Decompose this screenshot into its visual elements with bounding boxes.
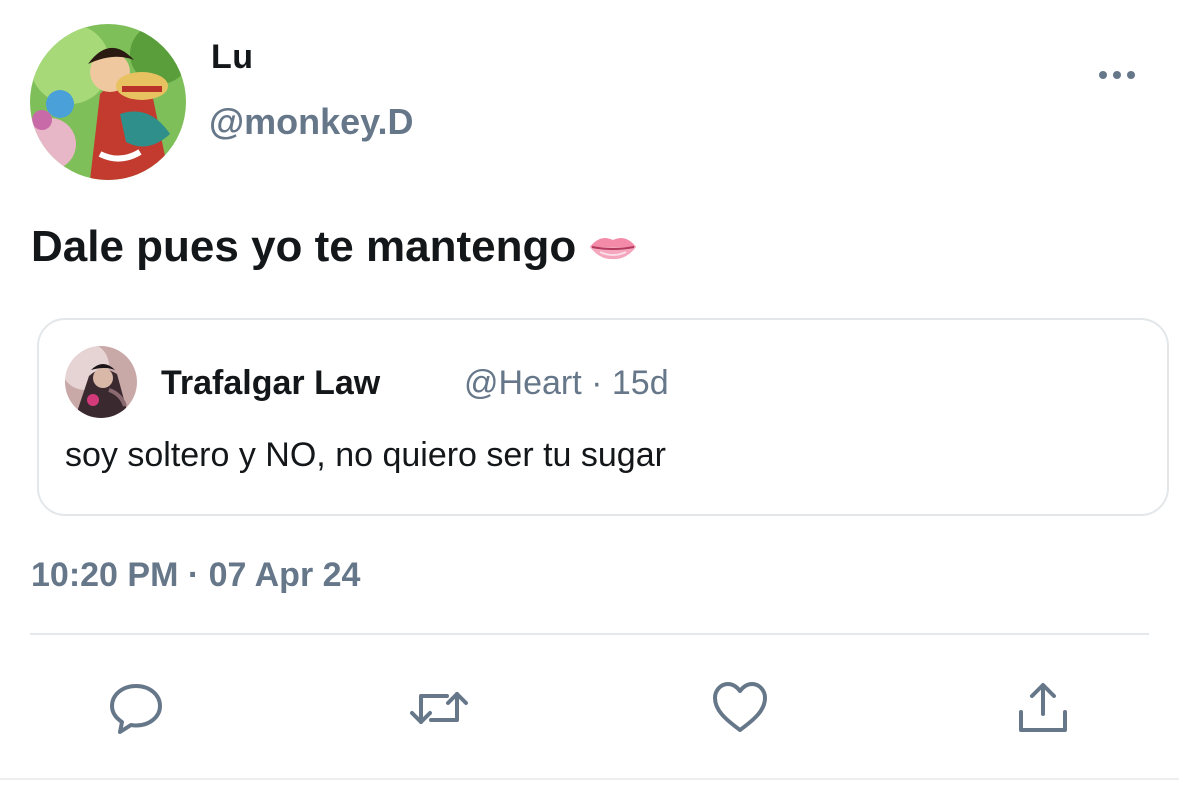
- tweet-text: Dale pues yo te mantengo: [31, 222, 638, 272]
- more-dot-icon: [1099, 71, 1107, 79]
- quoted-tweet-text: soy soltero y NO, no quiero ser tu sugar: [65, 436, 666, 474]
- more-dot-icon: [1127, 71, 1135, 79]
- tweet-card: Lu @monkey.D Dale pues yo te mantengo Tr…: [0, 0, 1179, 798]
- bottom-divider: [0, 778, 1179, 780]
- retweet-button[interactable]: [409, 678, 469, 738]
- quoted-author-name[interactable]: Trafalgar Law: [161, 364, 380, 403]
- author-avatar[interactable]: [30, 24, 186, 180]
- reply-button[interactable]: [106, 678, 166, 738]
- anime-character-avatar-icon: [65, 346, 137, 418]
- like-button[interactable]: [710, 678, 770, 738]
- share-button[interactable]: [1013, 678, 1073, 738]
- anime-character-avatar-icon: [30, 24, 186, 180]
- tweet-timestamp[interactable]: 10:20 PM · 07 Apr 24: [31, 556, 360, 595]
- quoted-tweet[interactable]: Trafalgar Law @Heart · 15d soy soltero y…: [37, 318, 1169, 516]
- more-dot-icon: [1113, 71, 1121, 79]
- heart-icon: [713, 682, 767, 732]
- lips-emoji-icon: [590, 238, 637, 260]
- tweet-text-content: Dale pues yo te mantengo: [31, 222, 577, 271]
- divider: [30, 633, 1149, 635]
- quoted-author-meta: @Heart · 15d: [464, 364, 669, 402]
- author-handle[interactable]: @monkey.D: [209, 101, 414, 143]
- speech-bubble-icon: [110, 684, 162, 734]
- author-display-name[interactable]: Lu: [211, 38, 254, 77]
- retweet-arrows-icon: [410, 692, 468, 724]
- share-upload-icon: [1019, 683, 1067, 732]
- quoted-author-avatar[interactable]: [65, 346, 137, 418]
- more-options-button[interactable]: [1092, 62, 1142, 88]
